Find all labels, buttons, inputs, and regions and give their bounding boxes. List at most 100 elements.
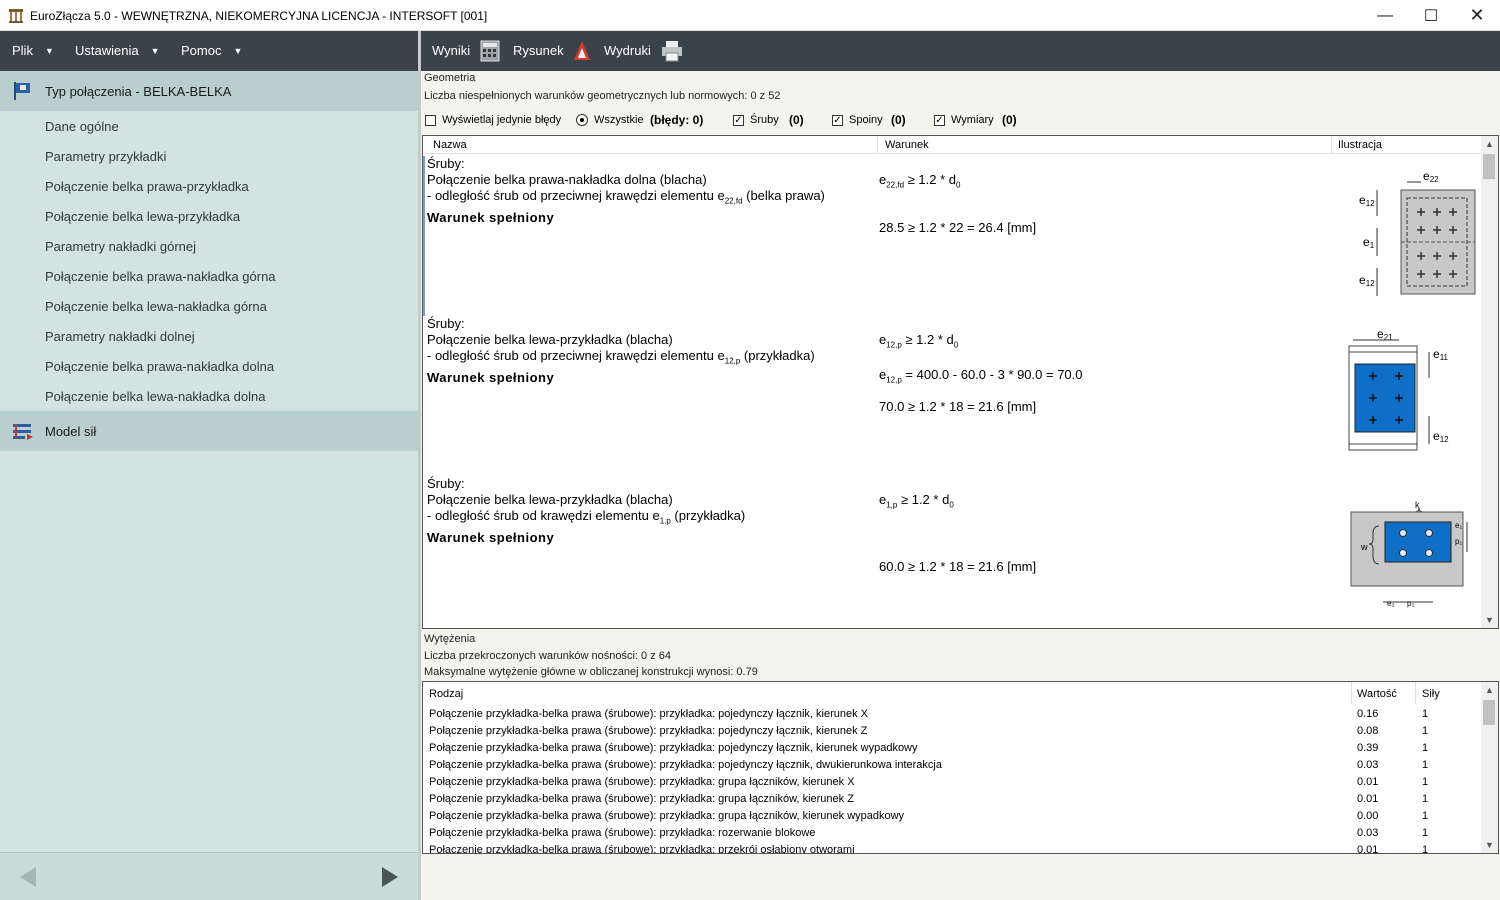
geometry-count-text: Liczba niespełnionych warunków geometryc…: [424, 90, 781, 102]
col-ilustracja[interactable]: Ilustracja: [1338, 139, 1382, 151]
col-rodzaj[interactable]: Rodzaj: [429, 688, 463, 700]
scroll-up-icon[interactable]: ▲: [1481, 136, 1498, 152]
close-button[interactable]: ✕: [1454, 0, 1500, 31]
col-nazwa[interactable]: Nazwa: [433, 139, 467, 151]
illustration-plate-bolts-edge: k w e₁ p₁ e₂ p₂: [1350, 500, 1468, 608]
printer-icon[interactable]: [661, 40, 683, 62]
bolts-checkbox[interactable]: ✓: [733, 115, 744, 126]
next-arrow-icon[interactable]: [380, 866, 400, 888]
section-label: Model sił: [45, 424, 97, 439]
all-errors-count: (błędy: 0): [650, 113, 704, 127]
svg-text:e₁: e₁: [1455, 521, 1462, 530]
chevron-down-icon: ▼: [233, 46, 243, 56]
utilization-scrollbar[interactable]: ▲ ▼: [1481, 682, 1498, 853]
scroll-up-icon[interactable]: ▲: [1481, 682, 1498, 698]
col-sily[interactable]: Siły: [1422, 688, 1440, 700]
utilization-count-text: Liczba przekroczonych warunków nośności:…: [424, 650, 672, 662]
table-row[interactable]: Połączenie przykładka-belka prawa (śrubo…: [423, 723, 1481, 740]
menu-plik[interactable]: Plik ▼: [12, 43, 54, 58]
section-label: Typ połączenia - BELKA-BELKA: [45, 84, 232, 99]
forces-model-icon: [13, 424, 33, 440]
geometry-scrollbar[interactable]: ▲ ▼: [1481, 136, 1498, 628]
nav-item-belka-lewa-nakladka-dolna[interactable]: Połączenie belka lewa-nakładka dolna: [0, 382, 418, 412]
navigation-footer: [0, 852, 418, 900]
row-condition-value: 28.5 ≥ 1.2 * 22 = 26.4 [mm]: [879, 220, 1037, 235]
nav-item-belka-lewa-nakladka-gorna[interactable]: Połączenie belka lewa-nakładka górna: [0, 292, 418, 322]
table-row[interactable]: Połączenie przykładka-belka prawa (śrubo…: [423, 808, 1481, 825]
dims-count: (0): [1002, 113, 1017, 127]
rysunek-button[interactable]: Rysunek: [513, 43, 564, 58]
nav-item-parametry-nakladki-dolnej[interactable]: Parametry nakładki dolnej: [0, 322, 418, 352]
utilization-table: Rodzaj Wartość Siły Połączenie przykładk…: [422, 681, 1499, 854]
row-condition-value: 60.0 ≥ 1.2 * 18 = 21.6 [mm]: [879, 559, 1037, 574]
welds-checkbox[interactable]: ✓: [832, 115, 843, 126]
svg-text:p₂: p₂: [1407, 599, 1415, 608]
maximize-button[interactable]: ☐: [1408, 0, 1454, 31]
drawing-icon[interactable]: [571, 40, 593, 62]
col-warunek[interactable]: Warunek: [885, 139, 929, 151]
nav-item-parametry-nakladki-gornej[interactable]: Parametry nakładki górnej: [0, 232, 418, 262]
table-row[interactable]: Połączenie przykładka-belka prawa (śrubo…: [423, 842, 1481, 853]
scroll-down-icon[interactable]: ▼: [1481, 612, 1498, 628]
welds-count: (0): [891, 113, 906, 127]
all-label: Wszystkie: [594, 114, 644, 126]
chevron-down-icon: ▼: [44, 46, 54, 56]
table-row[interactable]: Śruby: Połączenie belka prawa-nakładka d…: [423, 156, 1481, 316]
chevron-down-icon: ▼: [150, 46, 160, 56]
scroll-thumb[interactable]: [1483, 700, 1495, 725]
nav-item-belka-lewa-przykladka[interactable]: Połączenie belka lewa-przykładka: [0, 202, 418, 232]
wyniki-button[interactable]: Wyniki: [432, 43, 470, 58]
geometry-table: Nazwa Warunek Ilustracja Śruby: Połączen…: [422, 135, 1499, 629]
results-toolbar: Wyniki Rysunek Wydruki: [421, 31, 1500, 71]
section-typ-polaczenia[interactable]: Typ połączenia - BELKA-BELKA: [0, 71, 418, 111]
table-row[interactable]: Śruby: Połączenie belka lewa-przykładka …: [423, 476, 1481, 628]
flag-icon: [14, 82, 30, 100]
table-row[interactable]: Połączenie przykładka-belka prawa (śrubo…: [423, 774, 1481, 791]
geometry-filters: Wyświetlaj jedynie błędy Wszystkie (błęd…: [425, 113, 1495, 129]
illustration-plate-bolts-gray: e22 e12 e1 e12: [1359, 169, 1476, 296]
table-row[interactable]: Połączenie przykładka-belka prawa (śrubo…: [423, 740, 1481, 757]
row-condition-value: 70.0 ≥ 1.2 * 18 = 21.6 [mm]: [879, 399, 1037, 414]
row-name: Śruby: Połączenie belka lewa-przykładka …: [427, 316, 815, 385]
svg-text:w: w: [1360, 542, 1368, 552]
row-condition-formula: e12,p ≥ 1.2 * d0: [879, 332, 959, 350]
left-sidebar: Plik ▼ Ustawienia ▼ Pomoc ▼ Typ połączenia …: [0, 31, 418, 900]
minimize-button[interactable]: —: [1362, 0, 1408, 31]
table-header: Nazwa Warunek Ilustracja: [423, 136, 1481, 154]
geometry-label: Geometria: [424, 72, 476, 84]
svg-text:e12: e12: [1359, 273, 1375, 288]
previous-arrow-icon[interactable]: [18, 866, 38, 888]
nav-item-belka-prawa-nakladka-gorna[interactable]: Połączenie belka prawa-nakładka górna: [0, 262, 418, 292]
table-row[interactable]: Połączenie przykładka-belka prawa (śrubo…: [423, 706, 1481, 723]
status-bar: [421, 854, 1500, 900]
scroll-down-icon[interactable]: ▼: [1481, 837, 1498, 853]
row-name: Śruby: Połączenie belka lewa-przykładka …: [427, 476, 746, 545]
table-row[interactable]: Połączenie przykładka-belka prawa (śrubo…: [423, 757, 1481, 774]
all-radio[interactable]: [576, 114, 588, 126]
menu-pomoc[interactable]: Pomoc ▼: [181, 43, 242, 58]
wydruki-button[interactable]: Wydruki: [604, 43, 651, 58]
table-row[interactable]: Połączenie przykładka-belka prawa (śrubo…: [423, 791, 1481, 808]
table-header: Rodzaj Wartość Siły: [423, 682, 1481, 704]
svg-text:p₁: p₁: [1455, 537, 1462, 546]
calculator-icon[interactable]: [479, 40, 501, 62]
svg-text:e11: e11: [1433, 347, 1449, 362]
window-title: EuroZłącza 5.0 - WEWNĘTRZNA, NIEKOMERCYJ…: [30, 9, 488, 23]
table-row[interactable]: Śruby: Połączenie belka lewa-przykładka …: [423, 316, 1481, 476]
nav-item-dane-ogolne[interactable]: Dane ogólne: [0, 112, 418, 142]
row-name: Śruby: Połączenie belka prawa-nakładka d…: [427, 156, 825, 225]
dims-label: Wymiary: [951, 114, 994, 126]
col-wartosc[interactable]: Wartość: [1357, 688, 1397, 700]
only-errors-checkbox[interactable]: [425, 115, 436, 126]
dims-checkbox[interactable]: ✓: [934, 115, 945, 126]
menu-bar: Plik ▼ Ustawienia ▼ Pomoc ▼: [0, 31, 418, 71]
table-row[interactable]: Połączenie przykładka-belka prawa (śrubo…: [423, 825, 1481, 842]
section-model-sil[interactable]: Model sił: [0, 411, 418, 451]
nav-item-belka-prawa-nakladka-dolna[interactable]: Połączenie belka prawa-nakładka dolna: [0, 352, 418, 382]
nav-item-belka-prawa-przykladka[interactable]: Połączenie belka prawa-przykładka: [0, 172, 418, 202]
scroll-thumb[interactable]: [1483, 154, 1495, 179]
bolts-count: (0): [789, 113, 804, 127]
nav-item-parametry-przykladki[interactable]: Parametry przykładki: [0, 142, 418, 172]
utilization-label: Wytężenia: [424, 633, 476, 645]
menu-ustawienia[interactable]: Ustawienia ▼: [75, 43, 160, 58]
